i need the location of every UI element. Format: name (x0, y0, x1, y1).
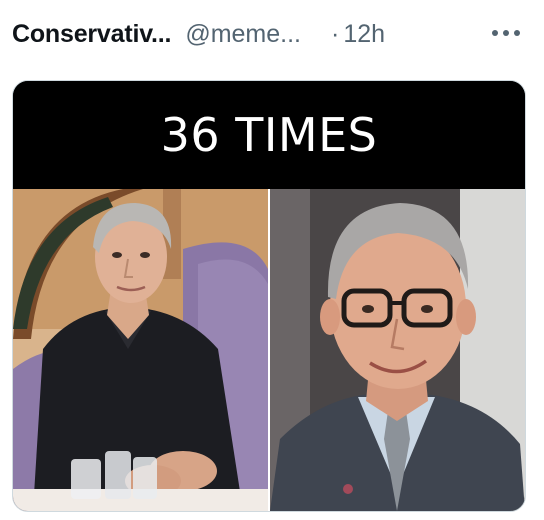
tweet-media-card[interactable]: 36 TIMES (12, 80, 526, 512)
author-display-name[interactable]: Conservativ... (12, 20, 172, 49)
left-photo[interactable] (13, 189, 268, 511)
meme-caption-band: 36 TIMES (13, 81, 525, 189)
right-photo-image (270, 189, 525, 511)
meme-caption: 36 TIMES (160, 108, 378, 162)
tweet-header: Conservativ... @meme... · 12h (12, 14, 532, 54)
author-handle[interactable]: @meme... (185, 20, 301, 49)
right-photo[interactable] (270, 189, 525, 511)
tweet-timestamp[interactable]: 12h (343, 20, 385, 49)
left-photo-image (13, 189, 268, 511)
separator-dot: · (331, 19, 340, 48)
more-options-button[interactable] (488, 18, 524, 48)
more-horizontal-icon (492, 30, 520, 36)
